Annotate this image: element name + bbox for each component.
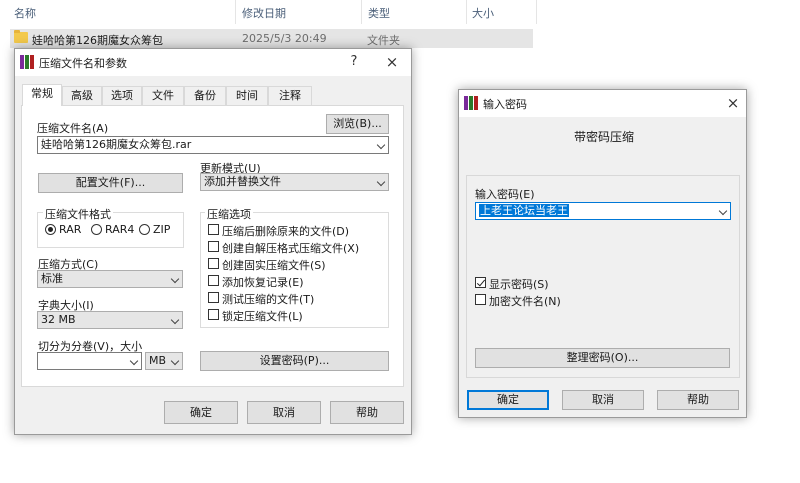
format-rar4-radio[interactable] bbox=[91, 224, 102, 235]
show-password-label: 显示密码(S) bbox=[489, 278, 549, 291]
ok-button[interactable]: 确定 bbox=[164, 401, 238, 424]
format-zip-label: ZIP bbox=[153, 223, 171, 236]
lock-archive-label: 锁定压缩文件(L) bbox=[222, 310, 303, 323]
tab-files[interactable]: 文件 bbox=[142, 86, 184, 105]
winrar-icon bbox=[20, 55, 34, 69]
test-files-label: 测试压缩的文件(T) bbox=[222, 293, 315, 306]
split-unit-value: MB bbox=[149, 354, 167, 367]
password-help-button[interactable]: 帮助 bbox=[657, 390, 739, 410]
help-icon[interactable]: ? bbox=[343, 52, 365, 72]
format-rar4-label: RAR4 bbox=[105, 223, 135, 236]
chevron-down-icon[interactable] bbox=[170, 315, 180, 325]
tab-time[interactable]: 时间 bbox=[226, 86, 268, 105]
chevron-down-icon[interactable] bbox=[376, 177, 386, 187]
cancel-button[interactable]: 取消 bbox=[247, 401, 321, 424]
dictionary-value: 32 MB bbox=[41, 313, 76, 326]
recovery-record-label: 添加恢复记录(E) bbox=[222, 276, 304, 289]
lock-archive-checkbox[interactable] bbox=[208, 309, 219, 320]
column-divider bbox=[466, 0, 467, 24]
file-date: 2025/5/3 20:49 bbox=[242, 32, 327, 45]
split-size-input[interactable] bbox=[37, 352, 142, 370]
password-dialog-titlebar[interactable]: 输入密码 × bbox=[459, 90, 746, 117]
recovery-record-checkbox[interactable] bbox=[208, 275, 219, 286]
organize-passwords-button[interactable]: 整理密码(O)... bbox=[475, 348, 730, 368]
explorer-column-header: 名称 修改日期 类型 大小 bbox=[0, 0, 560, 26]
archive-format-label: 压缩文件格式 bbox=[43, 206, 113, 222]
encrypt-filenames-checkbox[interactable] bbox=[475, 294, 486, 305]
set-password-button[interactable]: 设置密码(P)... bbox=[200, 351, 389, 371]
password-input[interactable]: 上老王论坛当老王 bbox=[475, 202, 731, 220]
encrypt-filenames-label: 加密文件名(N) bbox=[489, 295, 561, 308]
column-size[interactable]: 大小 bbox=[472, 5, 494, 21]
format-rar-radio[interactable] bbox=[45, 224, 56, 235]
archive-dialog-title: 压缩文件名和参数 bbox=[39, 57, 127, 70]
column-name[interactable]: 名称 bbox=[14, 5, 36, 21]
update-mode-value: 添加并替换文件 bbox=[204, 175, 281, 188]
sfx-checkbox[interactable] bbox=[208, 241, 219, 252]
enter-password-label: 输入密码(E) bbox=[475, 188, 535, 201]
archive-dialog-titlebar[interactable]: 压缩文件名和参数 ? × bbox=[15, 49, 411, 76]
close-icon[interactable]: × bbox=[381, 52, 403, 72]
chevron-down-icon[interactable] bbox=[376, 140, 386, 150]
chevron-down-icon[interactable] bbox=[170, 274, 180, 284]
file-name: 娃哈哈第126期魔女众筹包 bbox=[32, 34, 163, 47]
method-select[interactable]: 标准 bbox=[37, 270, 183, 288]
chevron-down-icon[interactable] bbox=[129, 356, 139, 366]
file-type: 文件夹 bbox=[367, 34, 400, 47]
archive-name-label: 压缩文件名(A) bbox=[37, 122, 109, 135]
test-files-checkbox[interactable] bbox=[208, 292, 219, 303]
password-dialog-title: 输入密码 bbox=[483, 98, 527, 111]
method-value: 标准 bbox=[41, 272, 63, 285]
browse-button[interactable]: 浏览(B)... bbox=[326, 114, 389, 134]
close-icon[interactable]: × bbox=[722, 93, 744, 113]
password-ok-button[interactable]: 确定 bbox=[467, 390, 549, 410]
archive-name-value: 娃哈哈第126期魔女众筹包.rar bbox=[41, 138, 192, 151]
profiles-button[interactable]: 配置文件(F)... bbox=[38, 173, 183, 193]
password-heading: 带密码压缩 bbox=[574, 130, 635, 144]
column-type[interactable]: 类型 bbox=[368, 5, 390, 21]
dictionary-select[interactable]: 32 MB bbox=[37, 311, 183, 329]
format-zip-radio[interactable] bbox=[139, 224, 150, 235]
sfx-label: 创建自解压格式压缩文件(X) bbox=[222, 242, 360, 255]
folder-icon bbox=[14, 30, 28, 43]
solid-label: 创建固实压缩文件(S) bbox=[222, 259, 326, 272]
column-divider bbox=[536, 0, 537, 24]
format-rar-label: RAR bbox=[59, 223, 82, 236]
delete-after-label: 压缩后删除原来的文件(D) bbox=[222, 225, 350, 238]
file-row[interactable]: 娃哈哈第126期魔女众筹包 2025/5/3 20:49 文件夹 bbox=[10, 29, 533, 48]
archiving-options-label: 压缩选项 bbox=[205, 206, 253, 222]
tab-general[interactable]: 常规 bbox=[22, 84, 62, 106]
archive-name-input[interactable]: 娃哈哈第126期魔女众筹包.rar bbox=[37, 136, 389, 154]
tab-advanced[interactable]: 高级 bbox=[62, 86, 102, 105]
tab-comment[interactable]: 注释 bbox=[268, 86, 312, 105]
chevron-down-icon[interactable] bbox=[718, 206, 728, 216]
solid-checkbox[interactable] bbox=[208, 258, 219, 269]
column-divider bbox=[235, 0, 236, 24]
column-divider bbox=[361, 0, 362, 24]
tab-backup[interactable]: 备份 bbox=[184, 86, 226, 105]
update-mode-select[interactable]: 添加并替换文件 bbox=[200, 173, 389, 191]
tab-options[interactable]: 选项 bbox=[102, 86, 142, 105]
password-value: 上老王论坛当老王 bbox=[479, 204, 569, 217]
split-unit-select[interactable]: MB bbox=[145, 352, 183, 370]
delete-after-checkbox[interactable] bbox=[208, 224, 219, 235]
password-cancel-button[interactable]: 取消 bbox=[562, 390, 644, 410]
column-date[interactable]: 修改日期 bbox=[242, 5, 286, 21]
help-button[interactable]: 帮助 bbox=[330, 401, 404, 424]
chevron-down-icon[interactable] bbox=[170, 356, 180, 366]
winrar-icon bbox=[464, 96, 478, 110]
show-password-checkbox[interactable] bbox=[475, 277, 486, 288]
